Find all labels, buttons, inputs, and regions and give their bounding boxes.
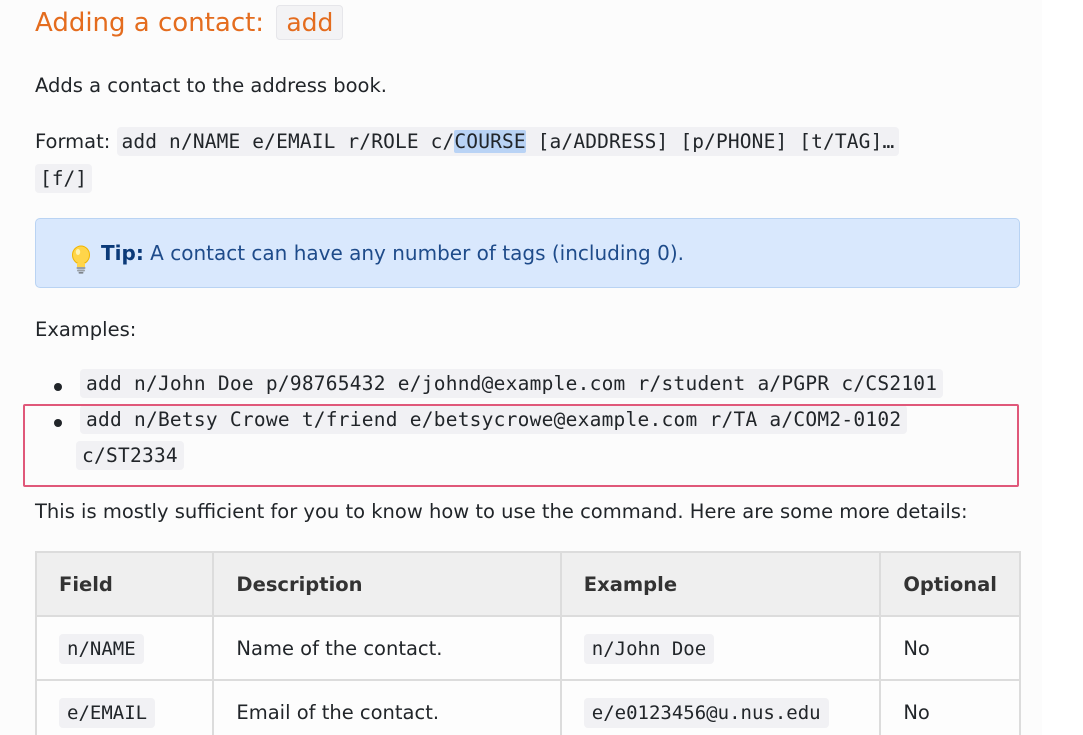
example-code: n/John Doe: [583, 633, 715, 664]
format-line: Format: add n/NAME e/EMAIL r/ROLE c/COUR…: [35, 127, 900, 156]
details-intro: This is mostly sufficient for you to kno…: [35, 500, 968, 523]
format-code-after: [a/ADDRESS] [p/PHONE] [t/TAG]…: [525, 130, 895, 153]
lightbulb-icon: [72, 245, 90, 274]
format-line-2: [f/]: [35, 164, 92, 193]
table-cell-example: e/e0123456@u.nus.edu: [559, 679, 882, 735]
page: Adding a contact: add Adds a contact to …: [0, 0, 1042, 735]
table-cell-optional: No: [879, 679, 1021, 735]
table-cell-optional: No: [879, 615, 1021, 681]
section-heading: Adding a contact: add: [35, 5, 344, 40]
table-cell-field: n/NAME: [34, 615, 215, 681]
table-cell-example: n/John Doe: [559, 615, 882, 681]
tip-box: Tip: A contact can have any number of ta…: [35, 218, 1020, 288]
field-code: e/EMAIL: [59, 697, 156, 728]
heading-text: Adding a contact:: [35, 8, 273, 38]
format-code-selected[interactable]: COURSE: [454, 130, 526, 153]
table-header-row: Field Description Example Optional: [34, 551, 1021, 617]
highlight-box: [23, 404, 1019, 487]
format-code: add n/NAME e/EMAIL r/ROLE c/COURSE [a/AD…: [116, 127, 900, 156]
format-label: Format:: [35, 130, 117, 153]
table-cell-description: Name of the contact.: [212, 615, 562, 681]
example-code: add n/John Doe p/98765432 e/johnd@exampl…: [80, 369, 944, 398]
intro-text: Adds a contact to the address book.: [35, 74, 387, 97]
column-header-optional: Optional: [879, 551, 1021, 617]
table-row: n/NAME Name of the contact. n/John Doe N…: [34, 615, 1021, 681]
example-item-1: add n/John Doe p/98765432 e/johnd@exampl…: [80, 369, 944, 398]
examples-label: Examples:: [35, 318, 137, 341]
format-code-before: add n/NAME e/EMAIL r/ROLE c/: [121, 130, 455, 153]
column-header-example: Example: [559, 551, 882, 617]
table-cell-description: Email of the contact.: [212, 679, 562, 735]
example-code: e/e0123456@u.nus.edu: [583, 697, 829, 728]
format-code-continued: [f/]: [35, 164, 92, 193]
bullet-icon: [54, 383, 62, 391]
tip-label: Tip:: [101, 241, 144, 265]
fields-table: Field Description Example Optional n/NAM…: [34, 551, 1021, 735]
column-header-description: Description: [212, 551, 562, 617]
field-code: n/NAME: [59, 633, 144, 664]
tip-body: A contact can have any number of tags (i…: [143, 241, 684, 265]
table-row: e/EMAIL Email of the contact. e/e0123456…: [34, 679, 1021, 735]
heading-command-code: add: [276, 5, 344, 40]
table-cell-field: e/EMAIL: [34, 679, 215, 735]
tip-text: Tip: A contact can have any number of ta…: [101, 241, 684, 265]
column-header-field: Field: [34, 551, 215, 617]
